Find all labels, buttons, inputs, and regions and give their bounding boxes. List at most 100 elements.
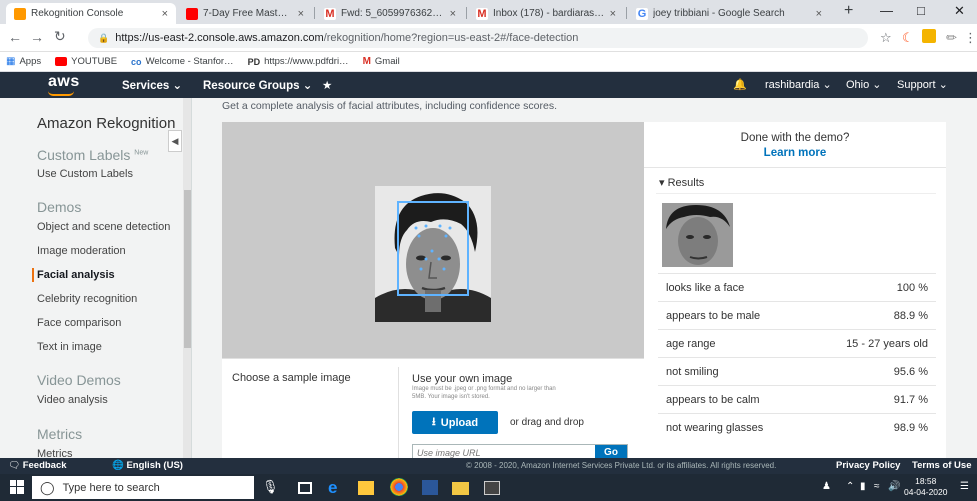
upload-button[interactable]: ⭳ Upload: [412, 411, 498, 434]
choose-sample-link[interactable]: Choose a sample image: [232, 372, 351, 384]
sidebar-item-metrics[interactable]: Metrics: [37, 448, 72, 458]
edge-browser-icon[interactable]: e: [328, 478, 346, 497]
resource-groups-menu[interactable]: Resource Groups ⌄: [203, 78, 312, 92]
privacy-policy-link[interactable]: Privacy Policy: [836, 460, 900, 471]
extension-icon[interactable]: [922, 29, 936, 43]
tab-gmail-fwd[interactable]: M Fwd: 5_605997636246516553… ×: [316, 3, 464, 24]
image-preview-panel: [222, 122, 644, 358]
tab-masterclass[interactable]: 7-Day Free Masterclass | Day 7 - F ×: [178, 3, 312, 24]
search-icon: ◯: [40, 479, 55, 495]
aws-logo[interactable]: aws: [48, 73, 80, 91]
reload-icon[interactable]: ↻: [54, 28, 66, 45]
gmail-favicon-icon: M: [476, 7, 488, 20]
sidebar-heading-metrics: Metrics: [37, 426, 83, 442]
results-toggle[interactable]: ▾ Results: [659, 176, 704, 189]
tab-gmail-inbox[interactable]: M Inbox (178) - bardiarashi5@gmail ×: [468, 3, 624, 24]
terms-of-use-link[interactable]: Terms of Use: [912, 460, 971, 471]
result-value: 15 - 27 years old: [846, 337, 928, 350]
forward-icon[interactable]: →: [30, 29, 44, 45]
sidebar-item-video-analysis[interactable]: Video analysis: [37, 394, 108, 406]
sidebar-item-text-in-image[interactable]: Text in image: [37, 341, 102, 353]
region-menu[interactable]: Ohio ⌄: [846, 78, 882, 91]
bookmark-label: https://www.pdfdri…: [264, 56, 349, 67]
maximize-icon[interactable]: □: [917, 3, 925, 18]
bookmark-gmail[interactable]: M Gmail: [363, 56, 400, 67]
tab-rekognition-console[interactable]: Rekognition Console ×: [6, 3, 176, 24]
clock-time: 18:58: [915, 476, 937, 486]
taskbar-search-box[interactable]: ◯ Type here to search: [32, 476, 254, 499]
result-value: 100 %: [896, 281, 928, 294]
account-menu[interactable]: rashibardia ⌄: [765, 78, 832, 91]
notifications-bell-icon[interactable]: 🔔: [733, 78, 747, 91]
sidebar-scrollbar-thumb[interactable]: [184, 190, 191, 348]
tab-close-icon[interactable]: ×: [450, 8, 456, 20]
sidebar-item-object-scene[interactable]: Object and scene detection: [37, 221, 170, 233]
facial-landmarks: [414, 224, 452, 271]
bookmark-star-icon[interactable]: ☆: [880, 30, 892, 46]
sidebar-item-use-custom-labels[interactable]: Use Custom Labels: [37, 168, 133, 180]
new-tab-button[interactable]: +: [844, 2, 853, 20]
lock-icon: 🔒: [98, 32, 110, 43]
minimize-icon[interactable]: —: [880, 3, 893, 18]
back-icon[interactable]: ←: [8, 29, 22, 45]
pin-icon[interactable]: ★: [322, 78, 332, 92]
go-button[interactable]: Go: [595, 445, 627, 458]
notification-center-icon[interactable]: ☰: [960, 481, 969, 492]
language-selector[interactable]: 🌐 English (US): [112, 460, 183, 471]
windows-start-icon[interactable]: [10, 480, 24, 494]
bookmark-label: YOUTUBE: [71, 56, 118, 67]
tab-close-icon[interactable]: ×: [816, 8, 822, 20]
battery-icon[interactable]: ▮: [860, 481, 866, 492]
system-clock[interactable]: 18:58 04-04-2020: [904, 476, 947, 498]
extension-moon-icon[interactable]: ☾: [902, 30, 914, 46]
tab-close-icon[interactable]: ×: [298, 8, 304, 20]
face-bounding-box[interactable]: [397, 201, 469, 296]
people-icon[interactable]: ♟: [822, 481, 831, 492]
bookmark-coursera[interactable]: co Welcome - Stanfor…: [131, 56, 234, 67]
result-label: looks like a face: [666, 281, 745, 294]
bookmark-youtube[interactable]: YOUTUBE: [55, 56, 117, 67]
store-icon[interactable]: [358, 481, 374, 495]
gmail-icon: M: [362, 56, 371, 67]
result-label: appears to be calm: [666, 393, 760, 406]
feedback-link[interactable]: 🗨 Feedback: [8, 460, 67, 471]
coursera-icon: co: [131, 56, 142, 67]
bookmark-pdfdrive[interactable]: PD https://www.pdfdri…: [248, 56, 349, 67]
wifi-icon[interactable]: ≈: [874, 481, 880, 492]
photos-icon[interactable]: [484, 481, 500, 495]
tab-google-search[interactable]: G joey tribbiani - Google Search ×: [628, 3, 830, 24]
divider: [398, 367, 399, 458]
support-menu[interactable]: Support ⌄: [897, 78, 948, 91]
use-own-image-heading: Use your own image: [412, 373, 513, 385]
menu-dots-icon[interactable]: ⋮: [964, 30, 977, 46]
task-view-icon[interactable]: [298, 482, 312, 494]
url-path: /rekognition/home?region=us-east-2#/face…: [323, 32, 579, 44]
address-bar[interactable]: 🔒 https://us-east-2.console.aws.amazon.c…: [88, 28, 868, 48]
image-url-input[interactable]: [413, 445, 595, 458]
learn-more-link[interactable]: Learn more: [644, 147, 946, 159]
extension-pen-icon[interactable]: ✏: [946, 30, 957, 46]
tab-close-icon[interactable]: ×: [162, 8, 168, 20]
file-explorer-icon[interactable]: [452, 482, 469, 495]
sidebar-item-image-moderation[interactable]: Image moderation: [37, 245, 126, 257]
window-close-icon[interactable]: ✕: [954, 3, 965, 19]
services-menu[interactable]: Services ⌄: [122, 78, 182, 92]
chevron-down-icon: ⌄: [302, 80, 313, 92]
tray-chevron-icon[interactable]: ⌃: [846, 481, 854, 492]
microphone-icon[interactable]: 🎙: [262, 479, 279, 495]
volume-icon[interactable]: 🔊: [888, 481, 900, 492]
sidebar-collapse-button[interactable]: ◀: [168, 130, 182, 152]
own-image-hint: Image must be .jpeg or .png format and n…: [412, 386, 556, 400]
browser-toolbar: ← → ↻ 🔒 https://us-east-2.console.aws.am…: [0, 24, 977, 52]
sidebar-item-face-comparison[interactable]: Face comparison: [37, 317, 121, 329]
sidebar: Amazon Rekognition ◀ Custom Labels New U…: [0, 98, 192, 458]
bookmark-apps[interactable]: ▦ Apps: [6, 56, 41, 67]
sidebar-item-celebrity-recognition[interactable]: Celebrity recognition: [37, 293, 137, 305]
word-icon[interactable]: [422, 480, 438, 495]
chrome-icon[interactable]: [390, 478, 408, 496]
sidebar-item-facial-analysis[interactable]: Facial analysis: [37, 269, 115, 281]
screen: Rekognition Console × 7-Day Free Masterc…: [0, 0, 977, 501]
caret-down-icon: ▾: [659, 177, 665, 189]
tab-close-icon[interactable]: ×: [610, 8, 616, 20]
tab-title: joey tribbiani - Google Search: [653, 8, 785, 19]
